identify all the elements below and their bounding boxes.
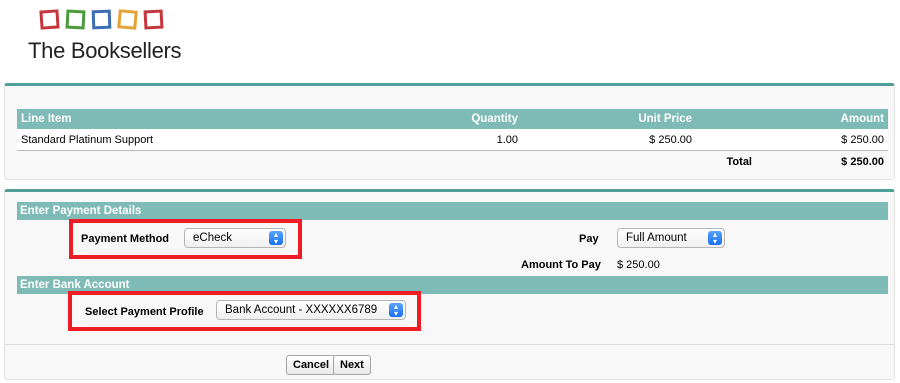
row-quantity: 1.00 <box>496 134 518 146</box>
button-bar: Cancel Next <box>5 344 894 380</box>
amount-to-pay-value: $ 250.00 <box>617 259 660 271</box>
logo-square-orange <box>117 9 138 30</box>
payment-profile-highlight <box>68 291 421 331</box>
table-header: Line Item Quantity Unit Price Amount <box>17 109 888 129</box>
row-item: Standard Platinum Support <box>21 134 154 146</box>
brand-logo: The Booksellers <box>28 8 228 68</box>
pay-label: Pay <box>579 233 599 245</box>
header-quantity: Quantity <box>471 113 518 125</box>
brand-name: The Booksellers <box>28 38 182 63</box>
payment-panel: Enter Payment Details Payment Method eCh… <box>4 189 895 380</box>
payment-method-highlight <box>69 219 302 259</box>
logo-square-red-2 <box>143 9 164 30</box>
line-items-panel: Line Item Quantity Unit Price Amount Sta… <box>4 83 895 180</box>
pay-select[interactable]: Full Amount ▴ ▾ <box>617 228 725 248</box>
amount-to-pay-label: Amount To Pay <box>521 259 601 271</box>
cancel-button[interactable]: Cancel <box>286 355 337 375</box>
payment-details-header: Enter Payment Details <box>17 202 888 220</box>
row-unit-price: $ 250.00 <box>649 134 692 146</box>
select-arrows-icon: ▴ ▾ <box>708 231 722 246</box>
total-row: Total $ 250.00 <box>17 151 888 171</box>
line-items-table: Line Item Quantity Unit Price Amount Sta… <box>17 109 888 171</box>
logo-square-red <box>39 9 60 30</box>
row-amount: $ 250.00 <box>841 134 884 146</box>
next-button[interactable]: Next <box>333 355 371 375</box>
total-value: $ 250.00 <box>841 156 884 168</box>
logo-square-green <box>65 9 86 30</box>
header-line-item: Line Item <box>21 113 72 125</box>
table-row: Standard Platinum Support 1.00 $ 250.00 … <box>17 129 888 151</box>
header-unit-price: Unit Price <box>638 113 692 125</box>
header-amount: Amount <box>840 113 884 125</box>
logo-square-blue <box>91 9 112 30</box>
total-label: Total <box>726 156 752 168</box>
pay-value: Full Amount <box>626 232 687 244</box>
